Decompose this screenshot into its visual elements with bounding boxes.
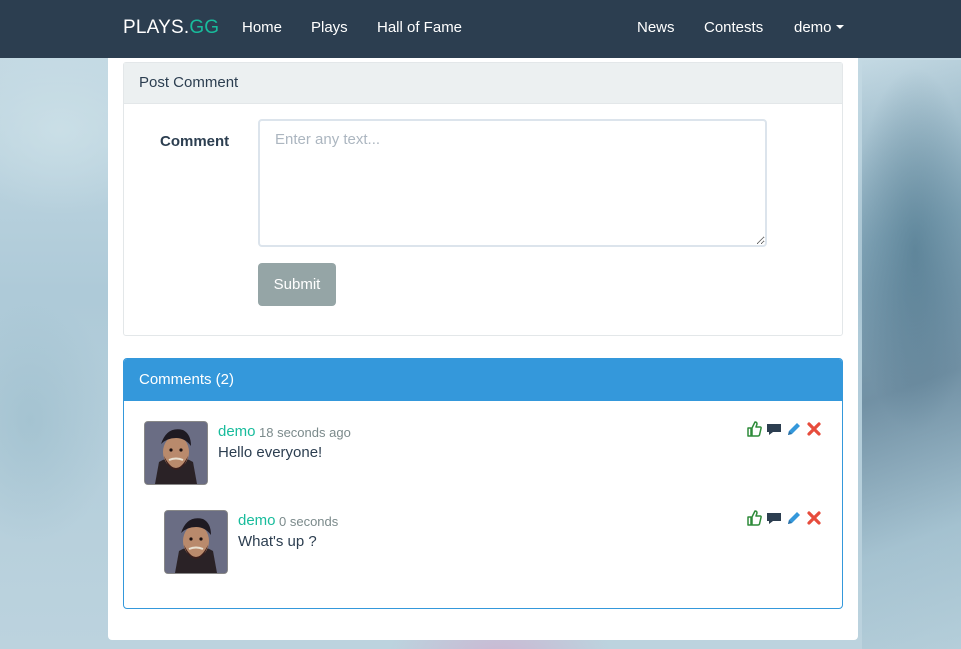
comment-item-reply: demo 0 seconds What's up ? [164, 510, 824, 580]
comment-actions [746, 421, 826, 437]
brand-main: PLAYS. [123, 17, 190, 38]
post-comment-heading: Post Comment [124, 63, 842, 104]
comments-panel: Comments (2) demo 18 seconds ago Hello e… [123, 358, 843, 609]
comment-label: Comment [160, 133, 230, 150]
brand-accent: GG [189, 17, 220, 38]
nav-contests[interactable]: Contests [704, 19, 763, 36]
comment-timestamp: 18 seconds ago [259, 425, 351, 440]
user-menu[interactable]: demo [794, 19, 844, 36]
comment-text: What's up ? [238, 533, 317, 550]
comment-author[interactable]: demo [218, 423, 256, 440]
close-icon[interactable] [806, 421, 822, 437]
comment-actions [746, 510, 826, 526]
background-figure [862, 60, 961, 649]
submit-button[interactable]: Submit [258, 263, 336, 306]
thumbs-up-icon[interactable] [746, 421, 762, 437]
nav-plays[interactable]: Plays [311, 19, 348, 36]
thumbs-up-icon[interactable] [746, 510, 762, 526]
comment-item: demo 18 seconds ago Hello everyone! [144, 421, 824, 491]
user-menu-label: demo [794, 19, 832, 36]
close-icon[interactable] [806, 510, 822, 526]
post-comment-panel: Post Comment Comment Submit [123, 62, 843, 336]
nav-home[interactable]: Home [242, 19, 282, 36]
nav-news[interactable]: News [637, 19, 675, 36]
brand-logo[interactable]: PLAYS.GG [123, 17, 219, 39]
nav-hall-of-fame[interactable]: Hall of Fame [377, 19, 462, 36]
comment-text: Hello everyone! [218, 444, 323, 461]
avatar[interactable] [164, 510, 228, 574]
avatar[interactable] [144, 421, 208, 485]
pencil-icon[interactable] [786, 510, 802, 526]
pencil-icon[interactable] [786, 421, 802, 437]
comment-timestamp: 0 seconds [279, 514, 339, 529]
comment-textarea[interactable] [258, 119, 767, 247]
navbar: PLAYS.GG Home Plays Hall of Fame News Co… [0, 0, 961, 58]
comment-bubble-icon[interactable] [766, 421, 782, 437]
comments-heading: Comments (2) [124, 359, 842, 401]
comment-bubble-icon[interactable] [766, 510, 782, 526]
comment-author[interactable]: demo [238, 512, 276, 529]
caret-down-icon [835, 25, 844, 30]
main-container: Post Comment Comment Submit Comments (2) [108, 58, 858, 640]
